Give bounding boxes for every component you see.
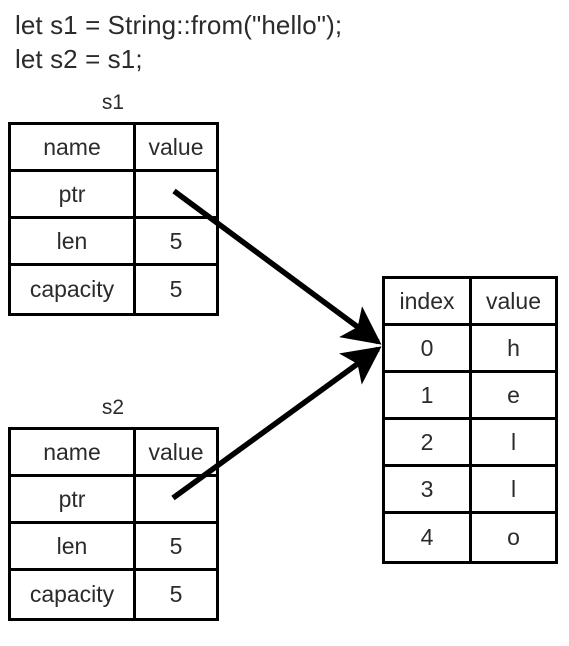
- table-row: index value: [385, 279, 555, 326]
- code-line-1: let s1 = String::from("hello");: [15, 10, 343, 40]
- s1-row-ptr-value: [136, 172, 216, 216]
- table-row: capacity 5: [11, 266, 216, 313]
- s1-stack-table: name value ptr len 5 capacity 5: [8, 122, 219, 316]
- s1-header-value: value: [148, 133, 204, 160]
- heap-row-3-value: l: [510, 475, 517, 502]
- s1-row-len-value: 5: [169, 227, 183, 254]
- heap-row-1-value: e: [507, 381, 520, 408]
- s1-row-capacity-value: 5: [169, 276, 183, 302]
- s2-table-caption: s2: [101, 396, 125, 419]
- s1-table-caption: s1: [101, 91, 125, 114]
- heap-data-table: index value 0 h 1 e 2 l 3 l 4 o: [382, 276, 558, 564]
- table-row: name value: [11, 430, 216, 477]
- table-row: len 5: [11, 219, 216, 266]
- heap-row-2-index: 2: [385, 420, 472, 464]
- s2-row-ptr-value: [136, 477, 216, 521]
- table-row: 0 h: [385, 326, 555, 373]
- s2-stack-table: name value ptr len 5 capacity 5: [8, 427, 219, 621]
- heap-row-4-value: o: [507, 524, 520, 550]
- heap-header-value: value: [486, 287, 541, 314]
- s1-row-capacity-name: capacity: [11, 266, 136, 313]
- table-row: 1 e: [385, 373, 555, 420]
- s1-row-ptr-name: ptr: [11, 172, 136, 216]
- table-row: len 5: [11, 524, 216, 571]
- heap-row-2-value: l: [510, 428, 517, 455]
- s2-row-capacity-value: 5: [169, 581, 183, 607]
- table-row: ptr: [11, 172, 216, 219]
- s2-header-name: name: [11, 430, 136, 474]
- s2-row-len-name: len: [11, 524, 136, 568]
- heap-header-index: index: [385, 279, 472, 323]
- table-row: 4 o: [385, 514, 555, 561]
- heap-row-4-index: 4: [385, 514, 472, 561]
- table-row: name value: [11, 125, 216, 172]
- heap-row-0-value: h: [507, 334, 520, 361]
- heap-row-1-index: 1: [385, 373, 472, 417]
- s2-row-capacity-name: capacity: [11, 571, 136, 618]
- heap-row-0-index: 0: [385, 326, 472, 370]
- s1-header-name: name: [11, 125, 136, 169]
- table-row: ptr: [11, 477, 216, 524]
- code-line-2: let s2 = s1;: [15, 44, 143, 74]
- s1-row-len-name: len: [11, 219, 136, 263]
- s2-row-len-value: 5: [169, 532, 183, 559]
- s2-row-ptr-name: ptr: [11, 477, 136, 521]
- table-row: 3 l: [385, 467, 555, 514]
- table-row: 2 l: [385, 420, 555, 467]
- heap-row-3-index: 3: [385, 467, 472, 511]
- s2-header-value: value: [148, 438, 204, 465]
- code-block: let s1 = String::from("hello"); let s2 =…: [15, 8, 555, 76]
- table-row: capacity 5: [11, 571, 216, 618]
